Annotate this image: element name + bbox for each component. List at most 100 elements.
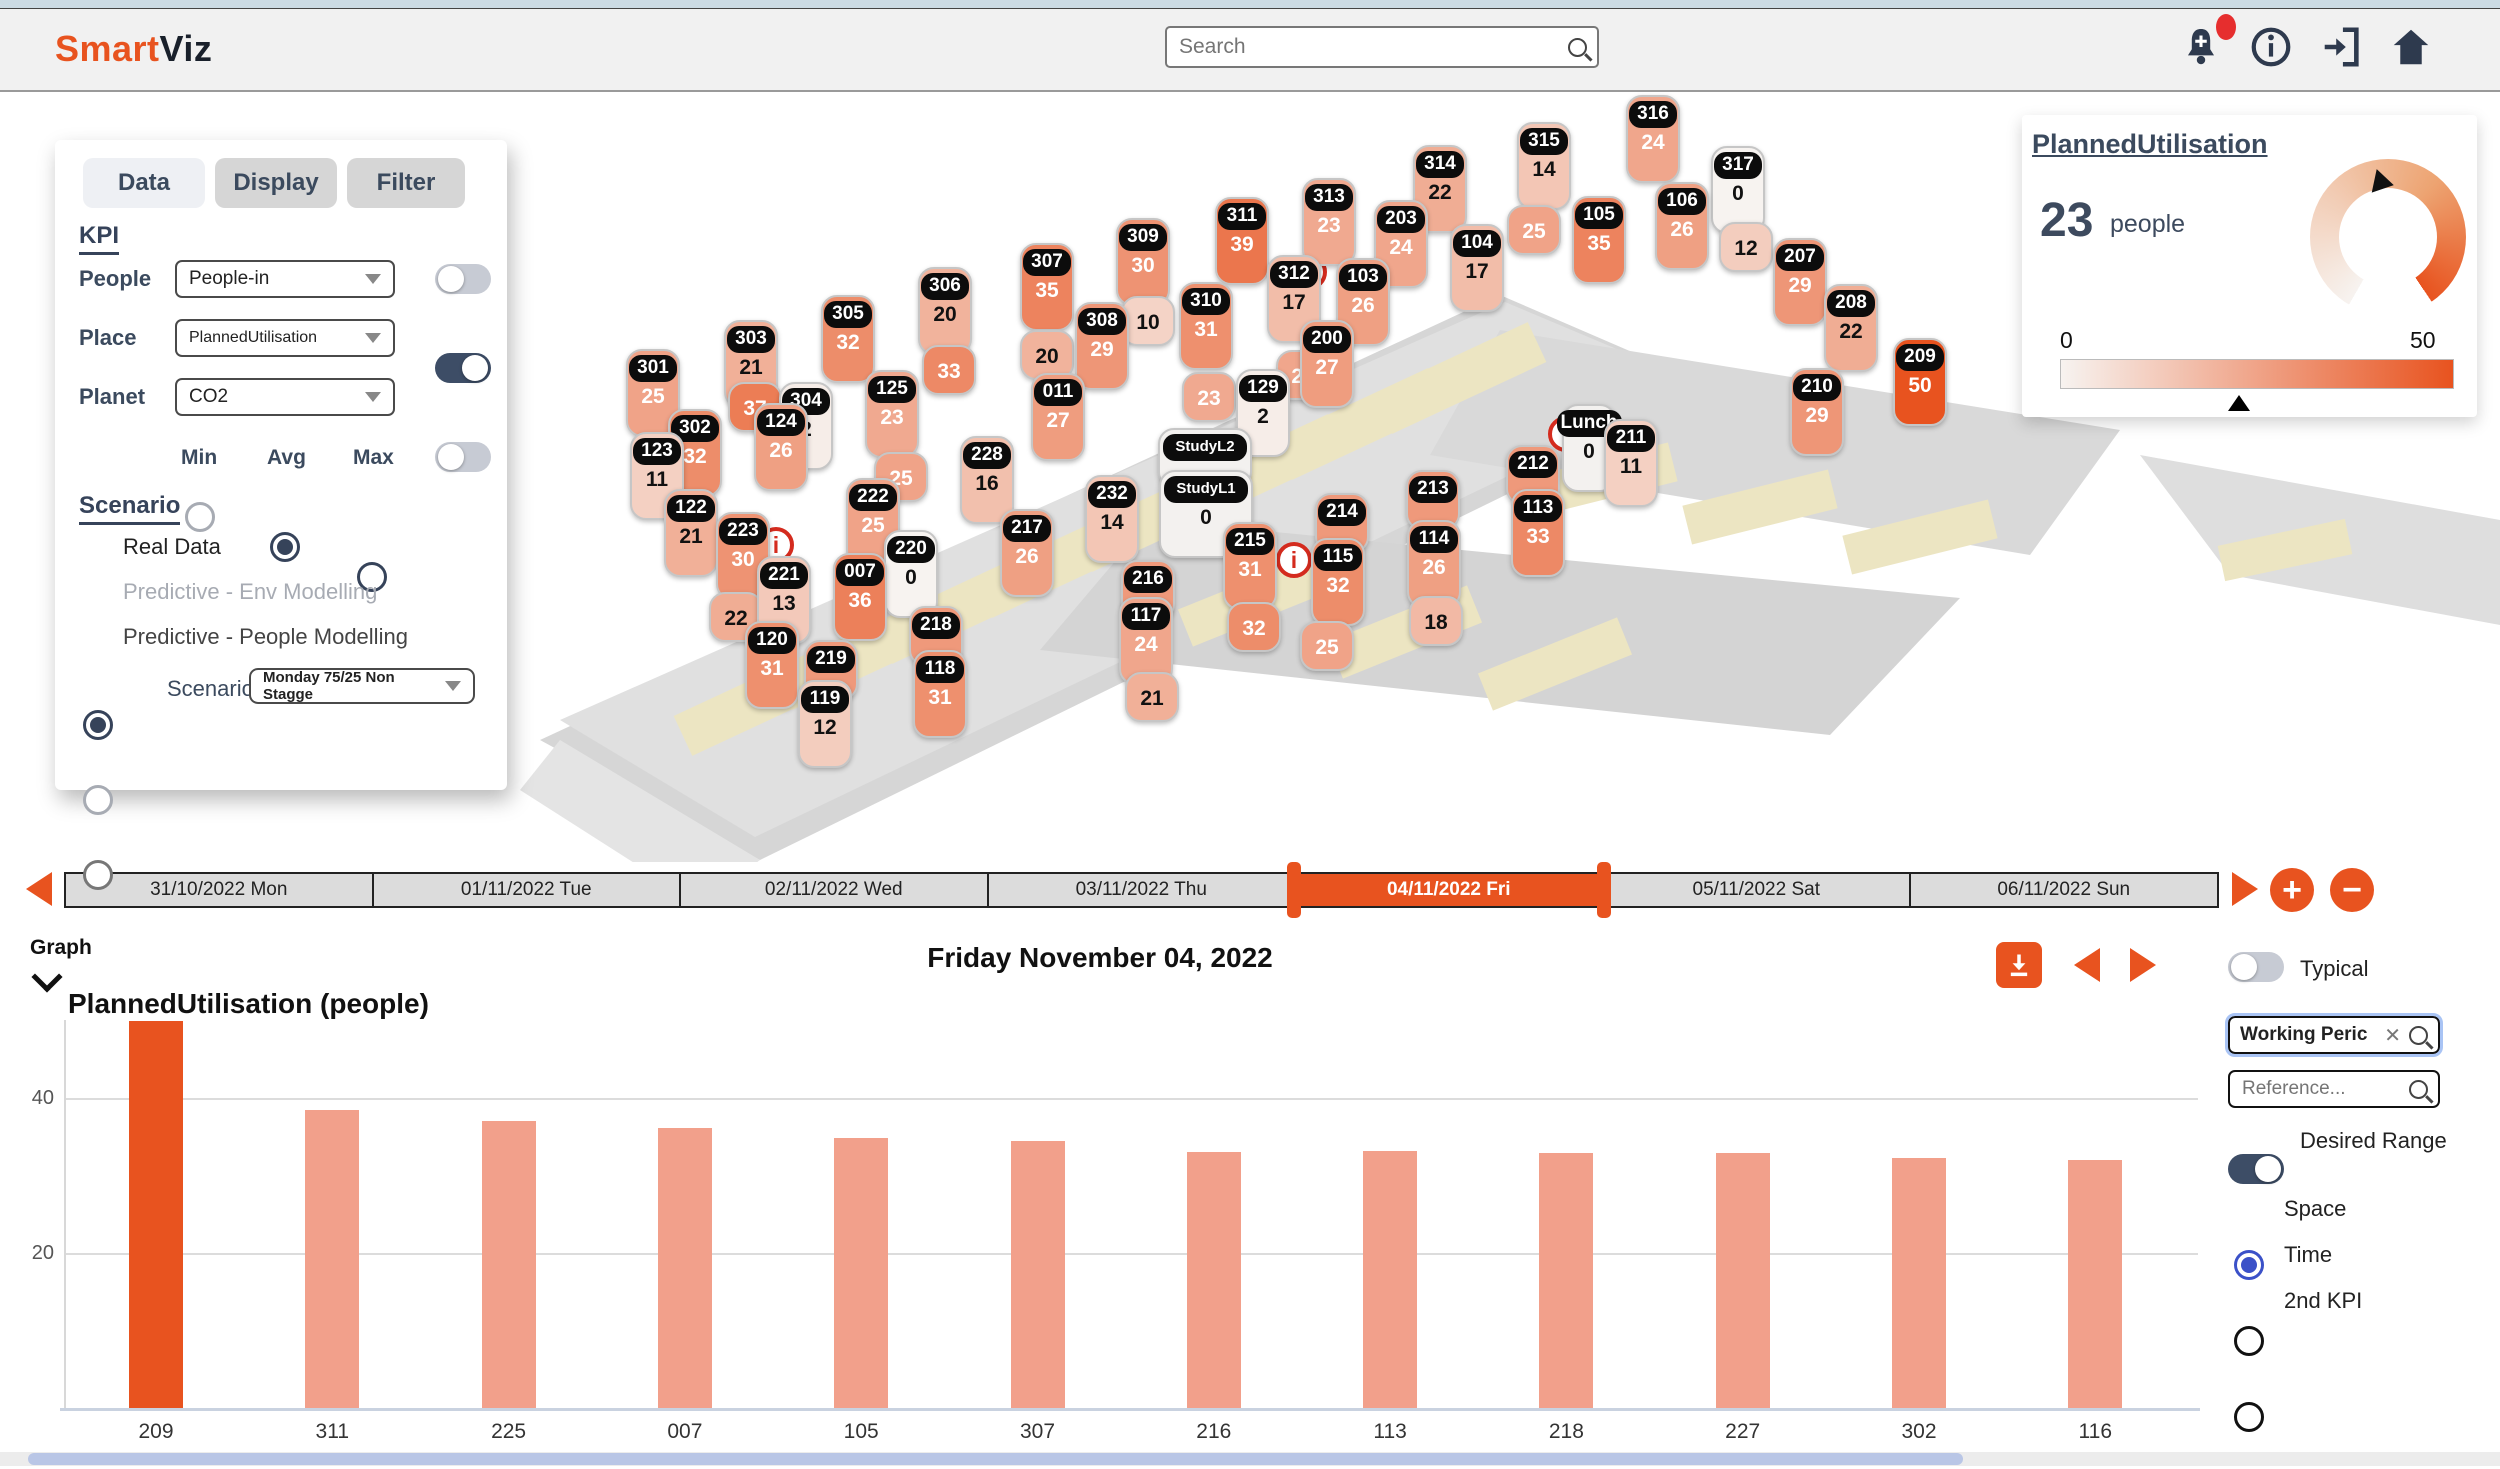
room-marker[interactable]: 12426	[754, 403, 808, 491]
room-marker-value[interactable]: 10	[1121, 296, 1175, 346]
room-marker[interactable]: 31323	[1302, 178, 1356, 266]
room-marker[interactable]: 11333	[1511, 489, 1565, 577]
room-marker[interactable]: 30930	[1116, 218, 1170, 306]
timeline-range-handle[interactable]	[1287, 862, 1301, 918]
room-marker[interactable]: 2200	[884, 530, 938, 618]
reference-input[interactable]	[2240, 1077, 2409, 1101]
timeline-zoom-in-button[interactable]: +	[2270, 868, 2314, 912]
avg-radio[interactable]	[270, 532, 300, 562]
alert-icon[interactable]: i	[1276, 542, 1312, 578]
timeline-prev-icon[interactable]	[26, 872, 52, 906]
room-marker[interactable]: 20027	[1300, 320, 1354, 408]
room-marker-value[interactable]: 21	[1125, 672, 1179, 722]
room-marker[interactable]: 31139	[1215, 197, 1269, 285]
room-marker[interactable]: 11426	[1407, 520, 1461, 608]
room-marker[interactable]: 30829	[1075, 302, 1129, 390]
timeline-day-2[interactable]: 02/11/2022 Wed	[679, 872, 989, 908]
room-marker[interactable]: 21111	[1604, 419, 1658, 507]
scenarios-select[interactable]: Monday 75/25 Non Stagge	[249, 668, 475, 704]
room-marker-value[interactable]: 23	[1182, 372, 1236, 422]
room-marker[interactable]: 12221	[664, 489, 718, 577]
info-icon[interactable]	[2248, 24, 2294, 70]
chart-bar-311[interactable]	[305, 1110, 359, 1408]
room-marker-value[interactable]: 12	[1719, 222, 1773, 272]
planet-toggle[interactable]	[435, 442, 491, 472]
room-marker[interactable]: 10626	[1655, 182, 1709, 270]
tab-filter[interactable]: Filter	[347, 158, 465, 208]
timeline-next-icon[interactable]	[2232, 872, 2258, 906]
chart-bar-116[interactable]	[2068, 1160, 2122, 1408]
reference-filter[interactable]	[2228, 1070, 2440, 1108]
people-toggle[interactable]	[435, 264, 491, 294]
chart-bar-105[interactable]	[834, 1138, 888, 1408]
chart-next-icon[interactable]	[2130, 948, 2156, 982]
gauge-title[interactable]: PlannedUtilisation	[2032, 129, 2268, 160]
chart-bar-302[interactable]	[1892, 1158, 1946, 1408]
chart-bar-227[interactable]	[1716, 1153, 1770, 1408]
room-marker[interactable]: 30735	[1020, 243, 1074, 331]
place-toggle[interactable]	[435, 353, 491, 383]
room-marker-value[interactable]: 25	[1507, 205, 1561, 255]
room-marker[interactable]: 31031	[1179, 282, 1233, 370]
desired-range-toggle[interactable]	[2228, 1154, 2284, 1184]
chart-bar-218[interactable]	[1539, 1153, 1593, 1408]
search-icon[interactable]	[2409, 1026, 2428, 1045]
predictive-env-radio[interactable]	[83, 785, 113, 815]
room-marker[interactable]: 31624	[1626, 95, 1680, 183]
room-marker-value[interactable]: 32	[1227, 602, 1281, 652]
room-marker[interactable]: 20822	[1824, 284, 1878, 372]
room-marker[interactable]: 12031	[745, 621, 799, 709]
room-marker[interactable]: 01127	[1031, 373, 1085, 461]
working-period-filter[interactable]: Working Peric ✕	[2228, 1016, 2440, 1054]
timeline-day-selected[interactable]: 04/11/2022 Fri	[1294, 872, 1604, 908]
close-icon[interactable]: ✕	[2384, 1023, 2401, 1048]
min-radio[interactable]	[185, 502, 215, 532]
search-icon[interactable]	[1568, 38, 1587, 57]
horizontal-scrollbar-thumb[interactable]	[28, 1453, 1963, 1465]
room-marker[interactable]: 3170	[1711, 146, 1765, 234]
chart-bar-307[interactable]	[1011, 1141, 1065, 1408]
timeline-day-6[interactable]: 06/11/2022 Sun	[1909, 872, 2219, 908]
timeline-range-handle[interactable]	[1597, 862, 1611, 918]
timeline-zoom-out-button[interactable]: −	[2330, 868, 2374, 912]
home-icon[interactable]	[2388, 24, 2434, 70]
room-marker[interactable]: 11912	[798, 680, 852, 768]
room-marker[interactable]: 21531	[1223, 522, 1277, 610]
room-marker[interactable]: 10417	[1450, 224, 1504, 312]
mode-2ndkpi-radio[interactable]	[2234, 1402, 2264, 1432]
room-marker-value[interactable]: 25	[1300, 621, 1354, 671]
room-marker-value[interactable]: 18	[1409, 596, 1463, 646]
logout-icon[interactable]	[2318, 24, 2364, 70]
room-marker[interactable]: 30620	[918, 267, 972, 355]
room-marker-value[interactable]: 33	[922, 345, 976, 395]
chart-bar-216[interactable]	[1187, 1152, 1241, 1408]
search-input[interactable]	[1177, 34, 1568, 60]
room-marker[interactable]: 10535	[1572, 196, 1626, 284]
people-select[interactable]: People-in	[175, 260, 395, 298]
planet-select[interactable]: CO2	[175, 378, 395, 416]
tab-display[interactable]: Display	[215, 158, 337, 208]
chart-bar-225[interactable]	[482, 1121, 536, 1408]
room-marker[interactable]: 12523	[865, 370, 919, 458]
timeline-day-5[interactable]: 05/11/2022 Sat	[1602, 872, 1912, 908]
tab-data[interactable]: Data	[83, 158, 205, 208]
mode-time-radio[interactable]	[2234, 1326, 2264, 1356]
room-marker[interactable]: 21726	[1000, 509, 1054, 597]
typical-toggle[interactable]	[2228, 952, 2284, 982]
place-select[interactable]: PlannedUtilisation	[175, 319, 395, 357]
room-marker[interactable]: 21029	[1790, 368, 1844, 456]
room-marker[interactable]: 20950	[1893, 338, 1947, 426]
chart-bar-113[interactable]	[1363, 1151, 1417, 1408]
search-icon[interactable]	[2409, 1080, 2428, 1099]
room-marker[interactable]: 30532	[821, 295, 875, 383]
room-marker[interactable]: 11831	[913, 650, 967, 738]
room-marker[interactable]: 11532	[1311, 538, 1365, 626]
timeline-day-1[interactable]: 01/11/2022 Tue	[372, 872, 682, 908]
predictive-people-radio[interactable]	[83, 860, 113, 890]
room-marker[interactable]: 22816	[960, 436, 1014, 524]
timeline-day-3[interactable]: 03/11/2022 Thu	[987, 872, 1297, 908]
chart-prev-icon[interactable]	[2074, 948, 2100, 982]
mode-space-radio[interactable]	[2234, 1250, 2264, 1280]
room-marker[interactable]: 23214	[1085, 475, 1139, 563]
chart-bar-209[interactable]	[129, 1021, 183, 1409]
